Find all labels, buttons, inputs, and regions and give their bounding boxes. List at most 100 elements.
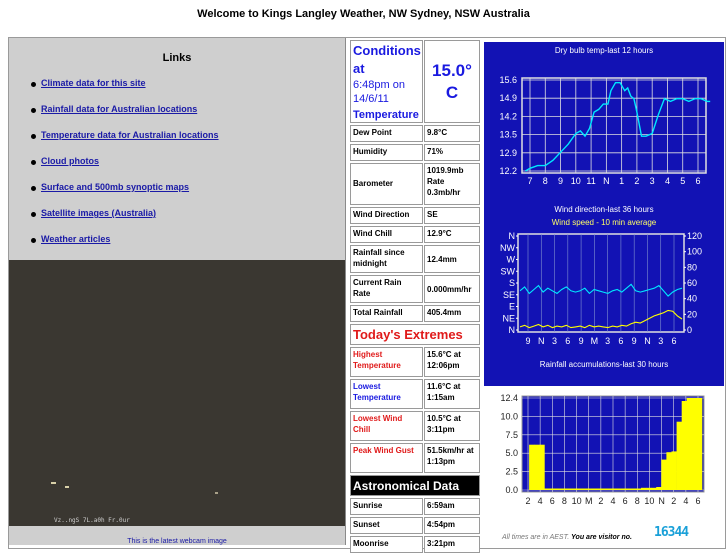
row-value: 15.6°C at 12:06pm: [424, 347, 480, 377]
row-value: 6:59am: [424, 498, 480, 515]
y-tick-label: 13.5: [499, 130, 517, 140]
x-tick-label: N: [603, 176, 610, 186]
rain-bar: [676, 421, 682, 490]
x-tick-label: 8: [543, 176, 548, 186]
temperature-value: 15.0° C: [424, 40, 480, 123]
y-tick-label: 2.5: [505, 467, 518, 477]
x-tick-label: 6: [671, 336, 676, 346]
bullet-icon: [31, 82, 36, 87]
link-temperature-data[interactable]: Temperature data for Australian location…: [41, 130, 219, 140]
row-value: 12.9°C: [424, 226, 480, 243]
bullet-icon: [31, 160, 36, 165]
x-tick-label: 2: [598, 496, 603, 506]
row-label: Wind Direction: [350, 207, 423, 224]
webcam-image[interactable]: Vz..ngS 7L.a0h Fr.0ur: [9, 260, 345, 526]
rain-bar: [595, 488, 601, 490]
light-spot: [215, 492, 218, 494]
y-tick-label-left: NW: [500, 243, 515, 253]
row-label: Dew Point: [350, 125, 423, 142]
extremes-heading-row: Today's Extremes: [350, 324, 480, 345]
link-synoptic-maps[interactable]: Surface and 500mb synoptic maps: [41, 182, 189, 192]
y-tick-label-right: 20: [687, 309, 697, 319]
row-label: Sunrise: [350, 498, 423, 515]
link-rainfall-data[interactable]: Rainfall data for Australian locations: [41, 104, 197, 114]
rain-bar: [671, 451, 677, 490]
rain-bar: [539, 444, 545, 490]
x-tick-label: 6: [550, 496, 555, 506]
row-label: Humidity: [350, 144, 423, 161]
astro-row: Sunset 4:54pm: [350, 517, 480, 534]
wind-chart: NNWWSWSSEENEN1201008060402009 N 3 6 9 M 3 6 9 N 3 6: [484, 230, 724, 352]
rain-bar: [661, 459, 667, 490]
x-tick-label: 2: [671, 496, 676, 506]
rain-bar: [691, 398, 698, 490]
bullet-icon: [31, 186, 36, 191]
links-heading: Links: [162, 52, 192, 64]
row-value: 4:54pm: [424, 517, 480, 534]
temp-chart-title: Dry bulb temp-last 12 hours: [484, 42, 724, 60]
link-climate-data[interactable]: Climate data for this site: [41, 78, 146, 88]
rain-bar: [630, 488, 637, 490]
row-label: Current Rain Rate: [350, 275, 423, 303]
conditions-row: Humidity 71%: [350, 144, 480, 161]
temp-chart: 15.6 14.9 14.2 13.5 12.9 12.2 7 8 9 10 11 N 1 2 3 4 5 6: [484, 60, 724, 202]
y-tick-label-right: 80: [687, 262, 697, 272]
row-label: Lowest Temperature: [350, 379, 423, 409]
row-value: 12.4mm: [424, 245, 480, 273]
x-tick-label: 11: [586, 176, 595, 186]
row-value: 405.4mm: [424, 305, 480, 322]
astro-heading-row: Astronomical Data: [350, 475, 480, 496]
rain-bar: [625, 488, 632, 490]
rain-bar: [605, 488, 611, 490]
rain-bar: [579, 488, 586, 490]
link-satellite-images[interactable]: Satellite images (Australia): [41, 208, 156, 218]
x-tick-label: 8: [562, 496, 567, 506]
footer-note: All times are in AEST. You are visitor n…: [502, 534, 632, 541]
rain-bar: [610, 488, 616, 490]
rain-bar: [534, 444, 540, 490]
y-tick-label-right: 100: [687, 247, 702, 257]
y-tick-label-right: 40: [687, 294, 697, 304]
link-weather-articles[interactable]: Weather articles: [41, 234, 110, 244]
link-cloud-photos[interactable]: Cloud photos: [41, 156, 99, 166]
x-tick-label: 2: [634, 176, 639, 186]
rain-bar: [544, 488, 550, 490]
x-tick-label: 10: [572, 496, 582, 506]
conditions-row: Current Rain Rate 0.000mm/hr: [350, 275, 480, 303]
conditions-time: 6:48pm on 14/6/11: [353, 79, 405, 105]
x-tick-label: N: [538, 336, 545, 346]
row-value: 9.8°C: [424, 125, 480, 142]
webcam-caption[interactable]: This is the latest webcam image: [9, 538, 345, 545]
rain-bar: [646, 487, 652, 490]
row-label: Wind Chill: [350, 226, 423, 243]
row-value: 0.000mm/hr: [424, 275, 480, 303]
y-tick-label: 12.4: [500, 393, 518, 403]
extremes-row: Peak Wind Gust 51.5km/hr at 1:13pm: [350, 443, 480, 473]
y-tick-label: 12.9: [499, 148, 517, 158]
x-tick-label: 6: [695, 496, 700, 506]
row-label: Highest Temperature: [350, 347, 423, 377]
temperature-label: Temperature: [353, 109, 419, 121]
row-value: 11.6°C at 1:15am: [424, 379, 480, 409]
x-tick-label: 3: [650, 176, 655, 186]
x-tick-label: 4: [538, 496, 543, 506]
light-spot: [65, 486, 69, 488]
x-tick-label: 9: [525, 336, 530, 346]
rain-bar: [615, 488, 621, 490]
conditions-label-cell: Conditions at 6:48pm on 14/6/11 Temperat…: [350, 40, 423, 123]
bullet-icon: [31, 108, 36, 113]
extremes-row: Lowest Wind Chill 10.5°C at 3:11pm: [350, 411, 480, 441]
y-tick-label-left: S: [509, 278, 515, 288]
rain-chart: 12.410.07.55.02.50.02 4 6 8 10 M 2 4 6 8 10 N 2 4 6: [484, 386, 724, 516]
conditions-header-row: Conditions at 6:48pm on 14/6/11 Temperat…: [350, 40, 480, 123]
x-tick-label: N: [658, 496, 665, 506]
x-tick-label: 9: [632, 336, 637, 346]
astro-heading: Astronomical Data: [350, 475, 480, 496]
plot-area: [521, 77, 707, 174]
rain-bar: [620, 488, 626, 490]
row-label: Sunset: [350, 517, 423, 534]
x-tick-label: 7: [527, 176, 532, 186]
row-value: 71%: [424, 144, 480, 161]
light-spot: [51, 482, 56, 484]
row-label: Lowest Wind Chill: [350, 411, 423, 441]
